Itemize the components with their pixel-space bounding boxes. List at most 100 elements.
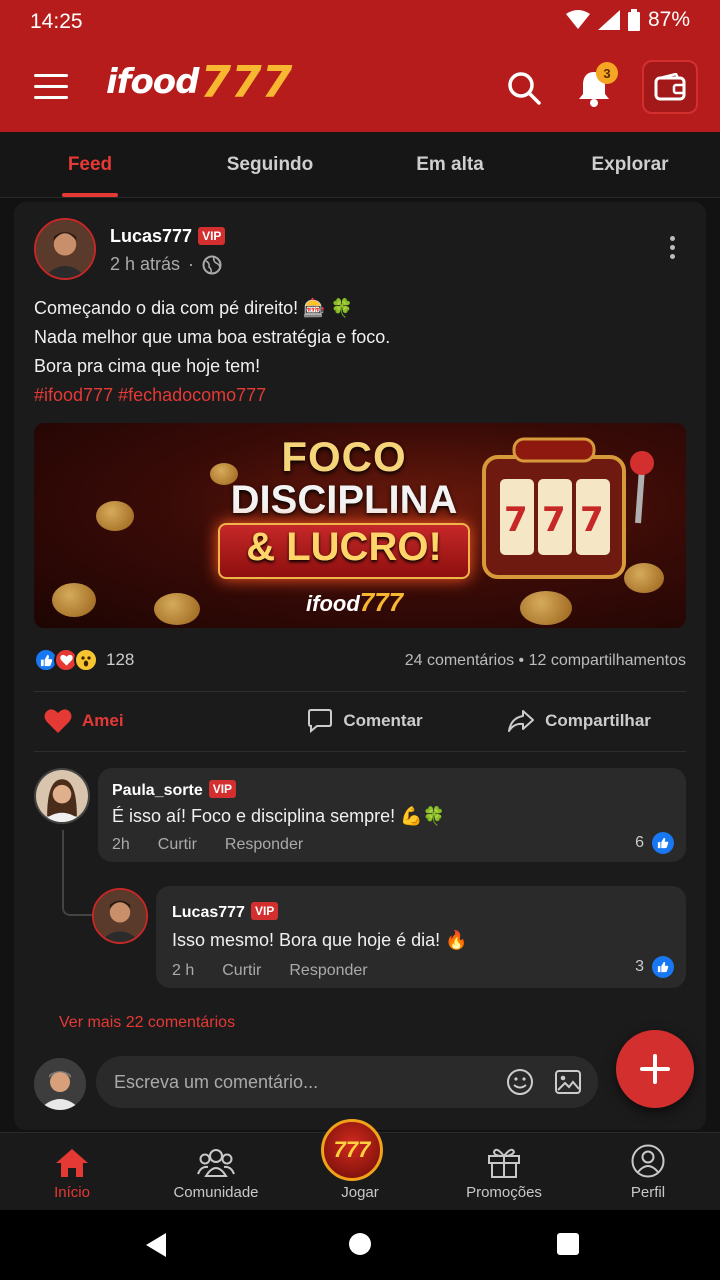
recents-icon[interactable] [556,1232,580,1256]
comment-author[interactable]: Lucas777 VIP [172,902,279,922]
banner-logo-number: 777 [359,587,404,617]
comment-likes[interactable]: 6 [635,832,674,854]
notification-badge: 3 [596,62,618,84]
thumbs-up-icon [652,956,674,978]
777-icon: 777 [321,1119,383,1181]
comment-text: Isso mesmo! Bora que hoje é dia! 🔥 [172,930,468,950]
nav-comunidade[interactable]: Comunidade [144,1133,288,1210]
back-icon[interactable] [144,1232,168,1258]
signal-icon [597,10,620,30]
battery-icon [627,9,640,31]
feed-tabs: Feed Seguindo Em alta Explorar [0,132,720,198]
comment-text: É isso aí! Foco e disciplina sempre! 💪🍀 [112,806,445,826]
post-author[interactable]: Lucas777 VIP [110,226,226,247]
comment-icon [308,709,333,734]
create-post-button[interactable] [616,1030,694,1108]
reply-thread-line [62,830,92,916]
post-time: 2 h atrás [110,254,181,274]
comment-like-count: 6 [635,834,644,851]
tab-em-alta[interactable]: Em alta [360,132,540,197]
post-meta: 2 h atrás · [110,254,222,275]
tab-explorar[interactable]: Explorar [540,132,720,197]
app-logo[interactable]: ifood 777 [106,57,293,116]
nav-perfil[interactable]: Perfil [576,1133,720,1210]
comment-like-button[interactable]: Curtir [158,836,197,854]
comment-input[interactable] [114,1056,494,1108]
comment-time: 2 h [172,962,195,979]
more-options-icon[interactable] [668,236,676,262]
post-hashtags[interactable]: #ifood777 #fechadocomo777 [34,381,684,410]
post-author-name: Lucas777 [110,226,193,246]
post-actions: Amei Comentar Compartilhar [34,692,686,750]
view-more-comments-link[interactable]: Ver mais 22 comentários [59,1014,235,1032]
commenter-avatar[interactable] [34,768,90,824]
comment-meta: 2 h Curtir Responder [172,962,368,980]
battery-level: 87% [647,8,690,31]
wow-reaction-icon [74,648,98,672]
like-button[interactable]: Amei [34,692,258,750]
my-avatar[interactable] [34,1058,86,1110]
tab-seguindo[interactable]: Seguindo [180,132,360,197]
profile-icon [631,1144,665,1178]
vip-badge: VIP [250,902,279,920]
post-line: Começando o dia com pé direito! 🎰 🍀 [34,298,353,318]
share-button[interactable]: Compartilhar [472,692,686,750]
nav-inicio[interactable]: Início [0,1133,144,1210]
banner-logo-text: ifood [306,591,360,616]
post-card: Lucas777 VIP 2 h atrás · Começando o dia … [14,202,706,1130]
tab-feed[interactable]: Feed [0,132,180,197]
commenter-avatar[interactable] [92,888,148,944]
vip-badge: VIP [198,227,226,245]
comment-time: 2h [112,836,130,853]
home-icon [56,1149,88,1177]
banner-line-1: FOCO [281,433,407,480]
nav-promocoes[interactable]: Promoções [432,1133,576,1210]
banner-line-2: DISCIPLINA [230,478,458,522]
system-navigation-bar [0,1210,720,1280]
post-image[interactable]: 7 7 7 FOCO DISCIPLINA & LUCRO! ifood777 [34,423,686,628]
wallet-icon [654,73,686,101]
globe-icon [202,255,222,274]
post-line: Bora pra cima que hoje tem! [34,356,261,376]
status-bar: 14:25 87% [0,0,720,44]
banner-line-3: & LUCRO! [246,525,442,569]
status-icons: 87% [565,8,690,32]
bottom-navigation: Início Comunidade 777 Jogar Promoções Pe… [0,1119,720,1210]
home-circle-icon[interactable] [348,1232,372,1256]
status-time: 14:25 [30,10,83,33]
gift-icon [488,1148,520,1178]
comment-like-button[interactable]: Curtir [222,962,261,980]
comment-meta: 2h Curtir Responder [112,836,303,854]
wallet-button[interactable] [642,60,698,114]
nav-label: Início [54,1184,90,1201]
community-icon [197,1149,235,1177]
author-avatar[interactable] [34,218,96,280]
comment-reply-button[interactable]: Responder [289,962,367,980]
plus-icon [640,1054,670,1084]
image-icon[interactable] [554,1068,582,1096]
logo-number: 777 [200,57,293,108]
search-icon[interactable] [506,70,542,106]
logo-text: ifood [106,62,200,102]
post-line: Nada melhor que uma boa estratégia e foc… [34,327,391,347]
nav-label: Promoções [466,1184,542,1201]
share-icon [508,710,535,732]
post-stats[interactable]: 24 comentários • 12 compartilhamentos [405,652,686,670]
emoji-icon[interactable] [506,1068,534,1096]
comment-bubble: Paula_sorte VIP É isso aí! Foco e discipl… [98,768,686,862]
nav-label: Comunidade [173,1184,259,1201]
comment-reply-button[interactable]: Responder [225,836,303,854]
reaction-count: 128 [106,650,135,669]
comment-like-count: 3 [635,958,644,975]
menu-icon[interactable] [34,74,68,102]
comment-input-box [96,1056,598,1108]
nav-label: Perfil [630,1184,666,1201]
nav-jogar[interactable]: 777 Jogar [288,1119,432,1210]
comment-button[interactable]: Comentar [258,692,472,750]
comment-likes[interactable]: 3 [635,956,674,978]
comment-author[interactable]: Paula_sorte VIP [112,780,237,800]
thumbs-up-icon [652,832,674,854]
comment-author-name: Lucas777 [172,904,245,921]
divider [34,751,686,752]
reaction-summary[interactable]: 128 [34,648,134,672]
